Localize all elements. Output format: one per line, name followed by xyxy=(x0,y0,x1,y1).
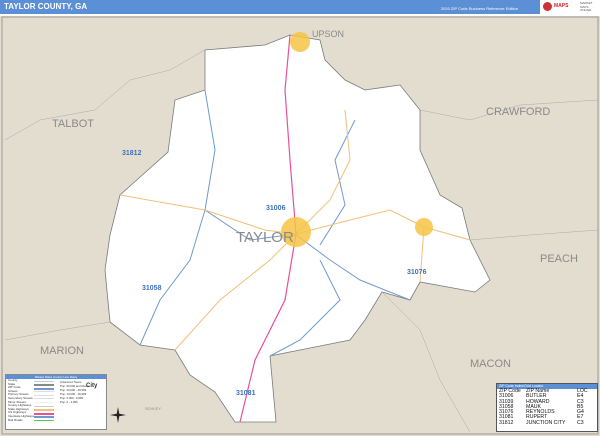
legend-city-sample: City xyxy=(86,383,98,389)
city-reynolds[interactable] xyxy=(415,218,433,236)
city-thomaston xyxy=(290,32,310,52)
legend-pop-item: Pop. 0 - 4,999 xyxy=(60,400,78,404)
map-header: TAYLOR COUNTY, GA 2020 ZIP Code Business… xyxy=(0,0,600,14)
neighbor-upson: UPSON xyxy=(312,29,344,39)
neighbor-marion: MARION xyxy=(40,345,84,357)
map-title: TAYLOR COUNTY, GA xyxy=(4,2,88,11)
county-map[interactable]: TAYLOR UPSON TALBOT CRAWFORD PEACH MARIO… xyxy=(0,16,600,436)
neighbor-schley: SCHLEY xyxy=(145,406,161,411)
zip-label-31081: 31081 xyxy=(236,390,256,397)
zip-label-31076: 31076 xyxy=(407,269,427,276)
neighbor-peach: PEACH xyxy=(540,253,578,265)
neighbor-talbot: TALBOT xyxy=(52,118,94,130)
county-label: TAYLOR xyxy=(236,229,294,246)
table-row[interactable]: 31812 JUNCTION CITY C3 xyxy=(497,420,597,426)
logo-side-text: MARKET MAPS ONLINE xyxy=(580,1,593,12)
zip-label-31058: 31058 xyxy=(142,285,162,292)
edition-label: 2020 ZIP Code Business Reference Edition xyxy=(440,6,518,11)
neighbor-macon: MACON xyxy=(470,358,511,370)
legend-item: Rail Roads xyxy=(6,418,106,423)
logo-globe-icon xyxy=(543,2,552,11)
logo-text: MAPS xyxy=(554,3,569,9)
zip-label-31812: 31812 xyxy=(122,150,142,157)
zip-index-table: ZIP Code Index/Grid Locator ZIP Code ZIP… xyxy=(496,383,598,432)
neighbor-crawford: CRAWFORD xyxy=(486,106,550,118)
brand-logo: MAPS MARKET MAPS ONLINE xyxy=(540,0,600,14)
map-legend: Market Maps County Line Maps County Stat… xyxy=(5,374,107,430)
zip-label-31006: 31006 xyxy=(266,205,286,212)
